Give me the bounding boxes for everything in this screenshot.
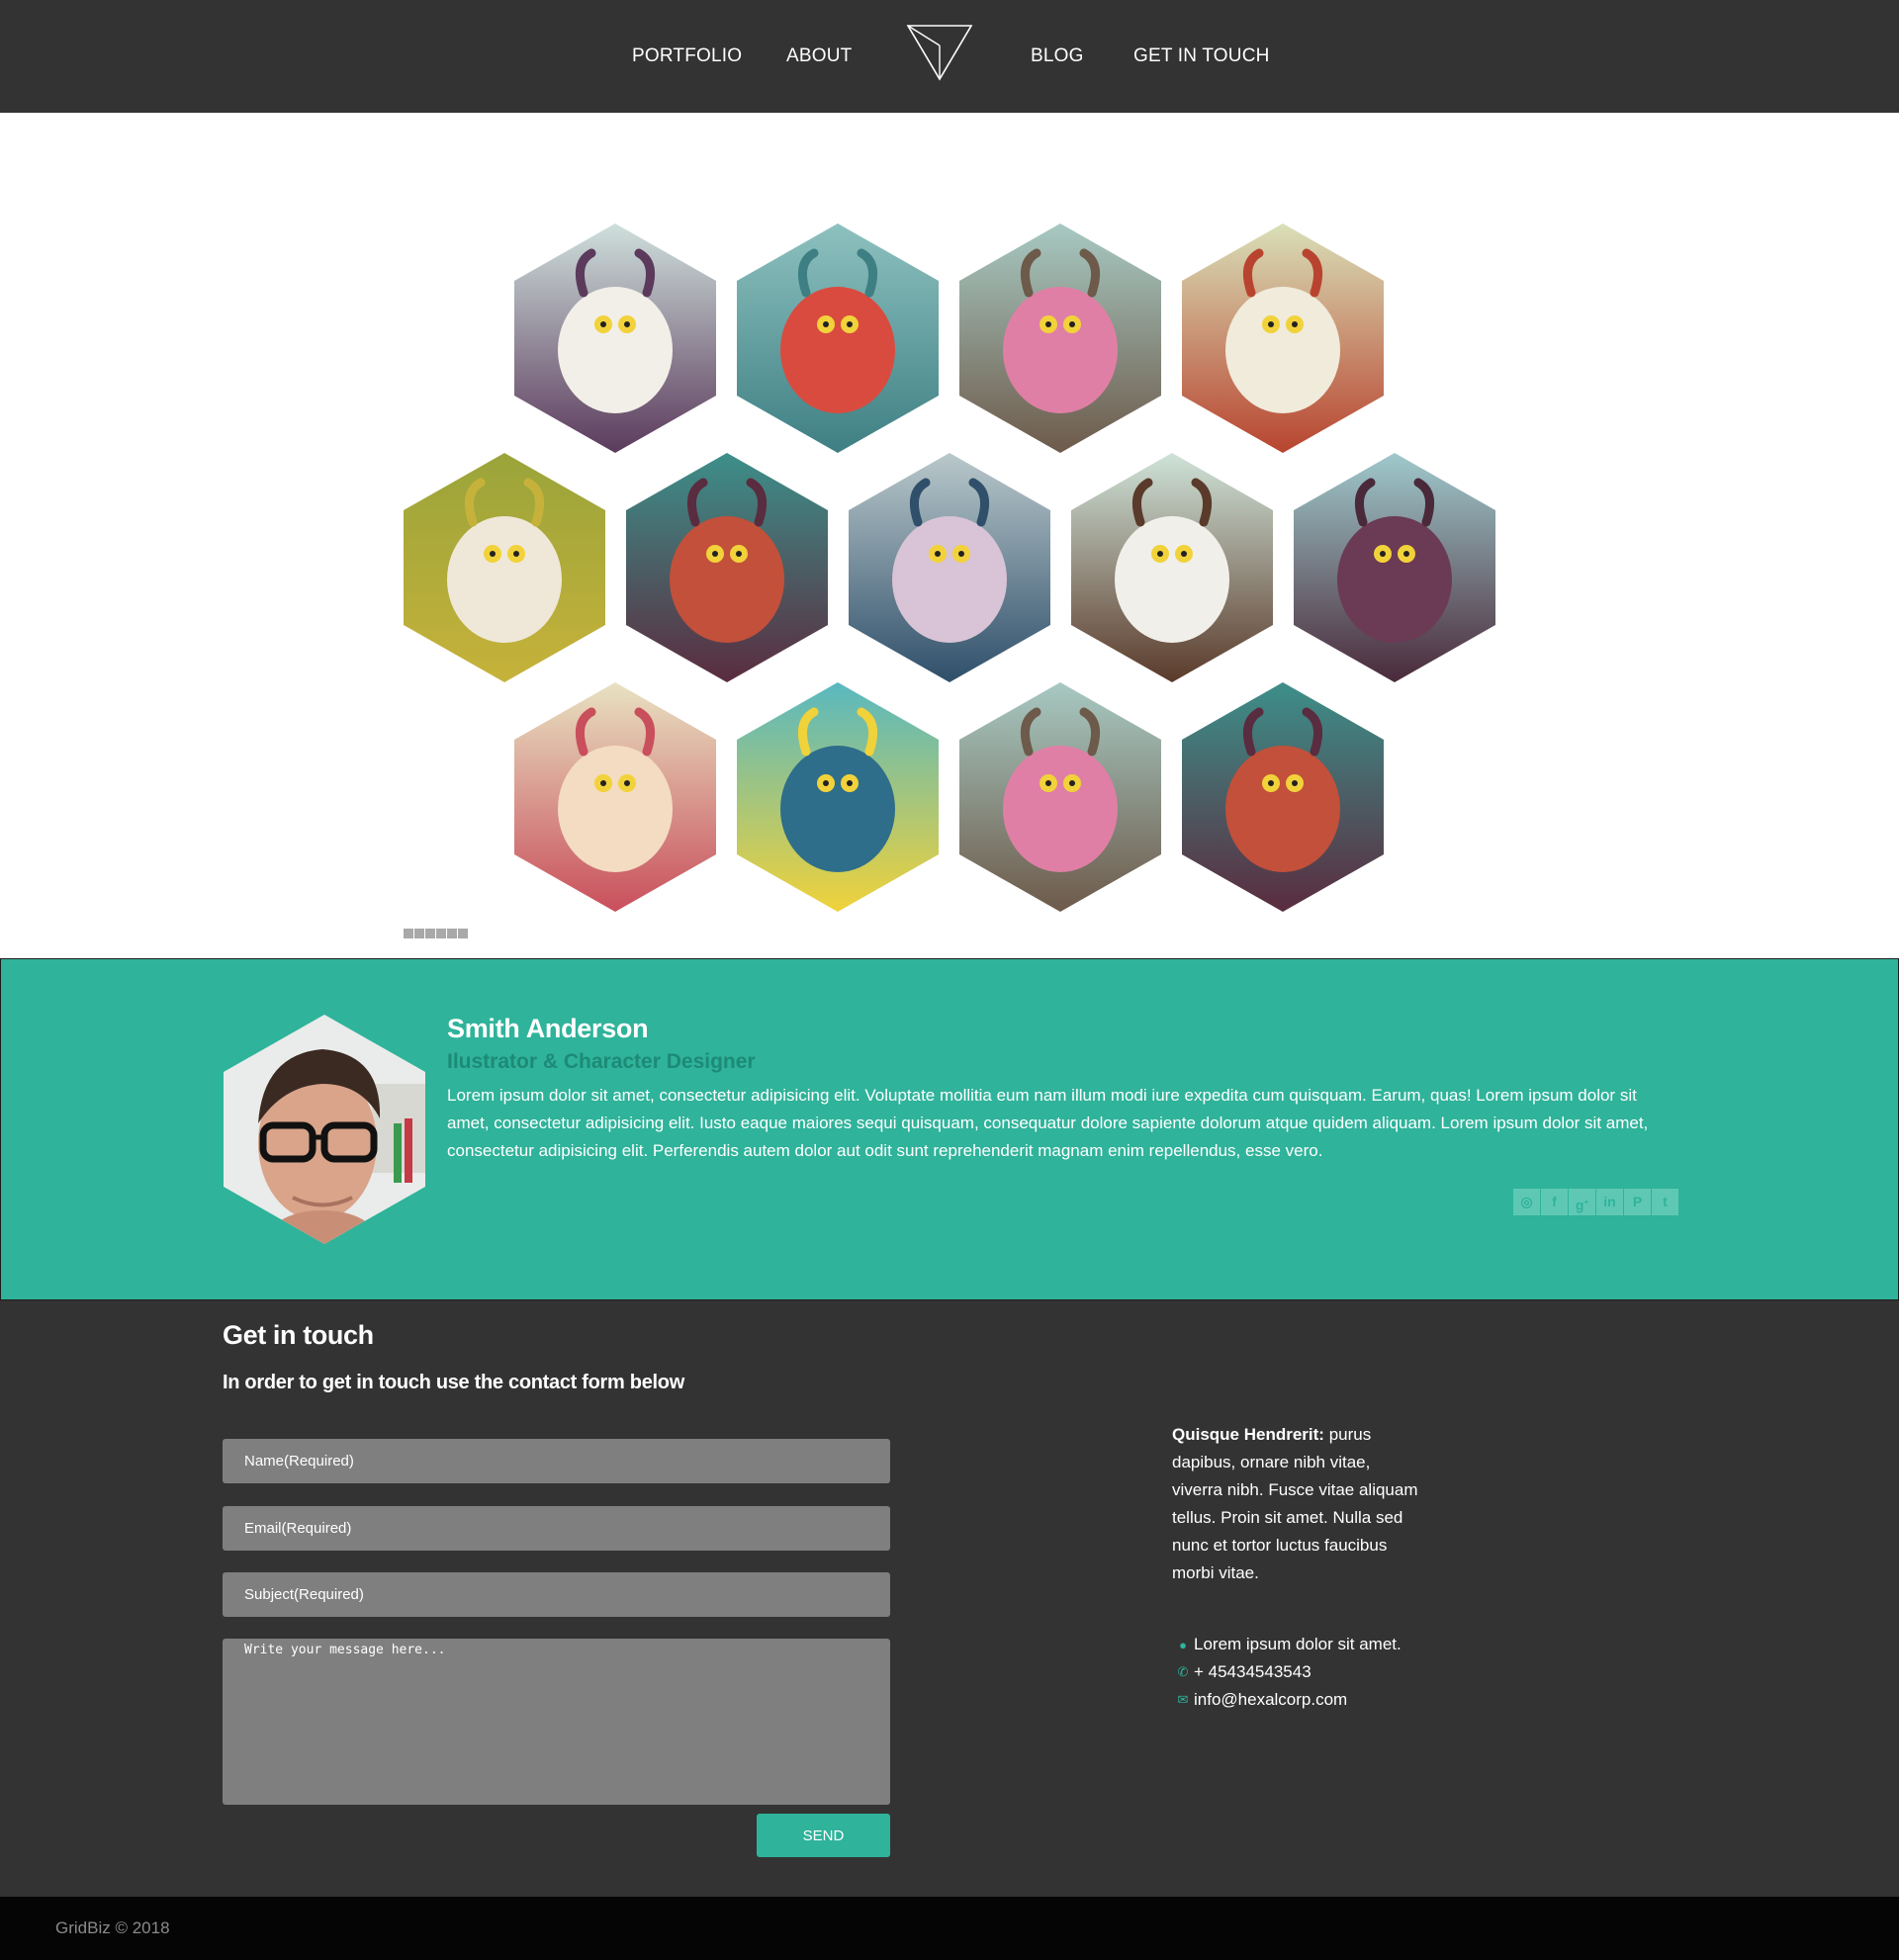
- profile-bio: Lorem ipsum dolor sit amet, consectetur …: [447, 1086, 1649, 1160]
- profile-name: Smith Anderson: [447, 1014, 649, 1043]
- portfolio-item[interactable]: [849, 453, 1050, 682]
- pager-dot[interactable]: [425, 929, 435, 938]
- phone-text: + 45434543543: [1194, 1662, 1311, 1681]
- address-text: Lorem ipsum dolor sit amet.: [1194, 1635, 1402, 1653]
- site-header: PORTFOLIO ABOUT BLOG GET IN TOUCH: [0, 0, 1899, 113]
- portfolio-item[interactable]: [1294, 453, 1495, 682]
- contact-subtitle: In order to get in touch use the contact…: [223, 1372, 684, 1393]
- email-text[interactable]: info@hexalcorp.com: [1194, 1690, 1347, 1710]
- nav-get-in-touch[interactable]: GET IN TOUCH: [1133, 44, 1270, 69]
- copyright: GridBiz © 2018: [55, 1918, 170, 1937]
- portfolio-pager[interactable]: [404, 929, 468, 938]
- contact-section: Get in touch In order to get in touch us…: [0, 1300, 1899, 1897]
- portfolio-item[interactable]: [626, 453, 828, 682]
- contact-info-bold: Quisque Hendrerit:: [1172, 1425, 1324, 1444]
- portfolio-item[interactable]: [959, 682, 1161, 912]
- portfolio-section: [0, 113, 1899, 959]
- contact-info-body: purus dapibus, ornare nibh vitae, viverr…: [1172, 1425, 1418, 1582]
- social-links: ◎ f g+ in P t: [1513, 1189, 1678, 1215]
- dribbble-icon[interactable]: ◎: [1513, 1189, 1540, 1215]
- portfolio-item[interactable]: [1182, 682, 1384, 912]
- portfolio-item[interactable]: [737, 682, 939, 912]
- contact-email: ✉ info@hexalcorp.com: [1172, 1690, 1348, 1710]
- pager-dot[interactable]: [436, 929, 446, 938]
- pinterest-icon[interactable]: P: [1624, 1189, 1651, 1215]
- site-footer: GridBiz © 2018: [0, 1897, 1899, 1960]
- message-field[interactable]: [223, 1639, 890, 1805]
- profile-section: Smith Anderson Ilustrator & Character De…: [0, 958, 1899, 1300]
- nav-about[interactable]: ABOUT: [786, 44, 852, 69]
- send-button[interactable]: SEND: [757, 1814, 890, 1857]
- contact-phone: ✆ + 45434543543: [1172, 1662, 1311, 1682]
- portfolio-item[interactable]: [959, 223, 1161, 453]
- pager-dot[interactable]: [414, 929, 424, 938]
- portfolio-item[interactable]: [404, 453, 605, 682]
- portfolio-item[interactable]: [514, 223, 716, 453]
- contact-info-text: Quisque Hendrerit: purus dapibus, ornare…: [1172, 1421, 1419, 1587]
- logo-icon[interactable]: [906, 24, 973, 81]
- portfolio-item[interactable]: [737, 223, 939, 453]
- envelope-icon: ✉: [1177, 1692, 1189, 1707]
- pager-dot[interactable]: [404, 929, 413, 938]
- name-field[interactable]: [223, 1439, 890, 1483]
- facebook-icon[interactable]: f: [1541, 1189, 1568, 1215]
- portfolio-item[interactable]: [1182, 223, 1384, 453]
- subject-field[interactable]: [223, 1572, 890, 1617]
- pager-dot[interactable]: [458, 929, 468, 938]
- phone-icon: ✆: [1177, 1664, 1189, 1679]
- contact-address: ● Lorem ipsum dolor sit amet.: [1172, 1635, 1402, 1654]
- linkedin-icon[interactable]: in: [1596, 1189, 1623, 1215]
- nav-portfolio[interactable]: PORTFOLIO: [632, 44, 742, 69]
- pager-dot[interactable]: [447, 929, 457, 938]
- portfolio-item[interactable]: [514, 682, 716, 912]
- nav-blog[interactable]: BLOG: [1031, 44, 1084, 69]
- contact-title: Get in touch: [223, 1320, 374, 1350]
- portfolio-item[interactable]: [1071, 453, 1273, 682]
- google-plus-icon[interactable]: g+: [1569, 1189, 1595, 1215]
- twitter-icon[interactable]: t: [1652, 1189, 1678, 1215]
- map-pin-icon: ●: [1179, 1637, 1187, 1652]
- avatar: [224, 1015, 425, 1244]
- profile-role: Ilustrator & Character Designer: [447, 1050, 756, 1073]
- email-field[interactable]: [223, 1506, 890, 1551]
